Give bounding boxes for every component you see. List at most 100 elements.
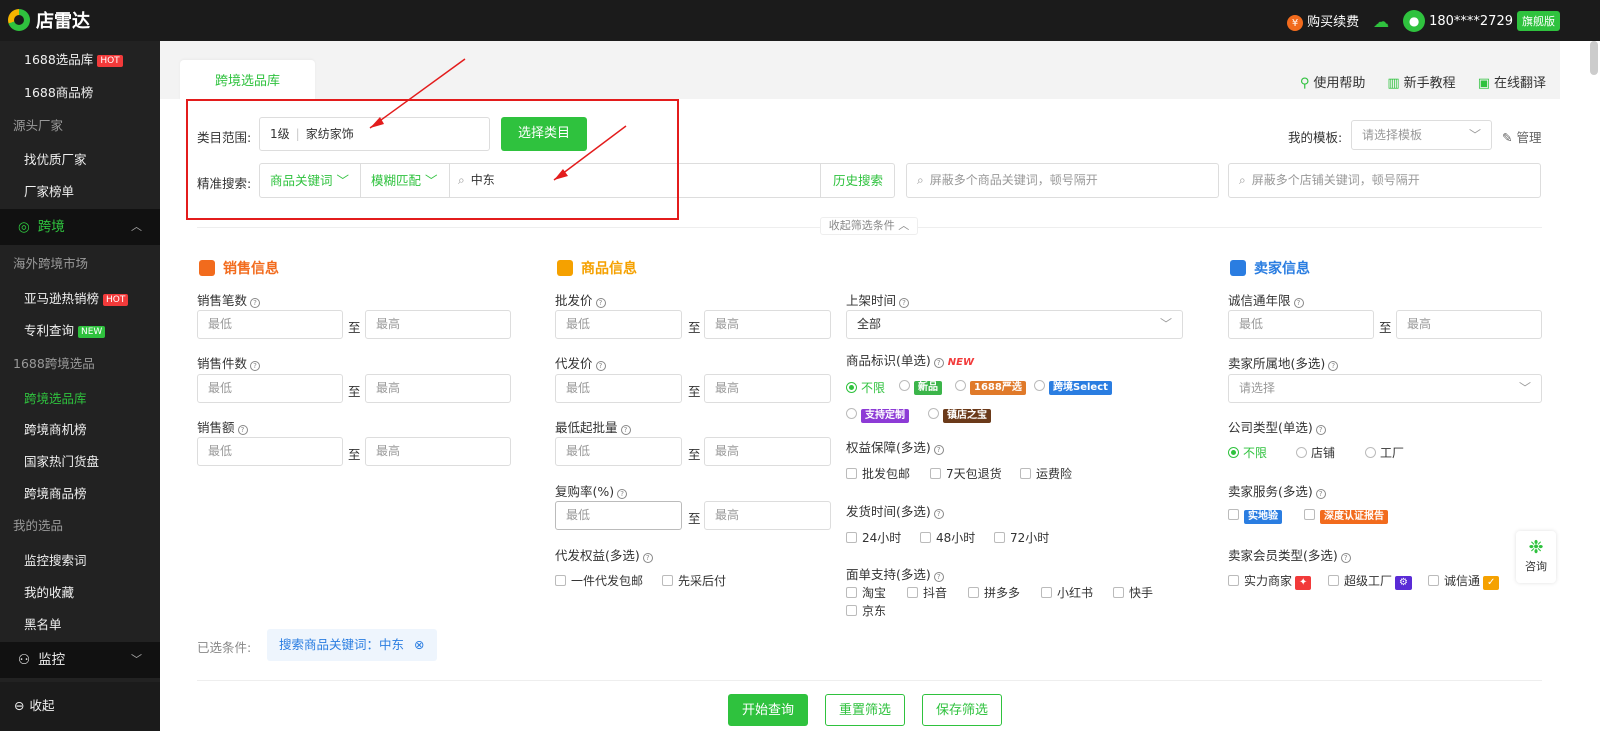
- dropship-rights-label: 代发权益(多选)?: [555, 545, 653, 564]
- cx-years-min[interactable]: 最低: [1228, 310, 1374, 339]
- buy-first-pay-later-checkbox[interactable]: 先采后付: [662, 572, 726, 589]
- guarantee-7day-return-checkbox[interactable]: 7天包退货: [930, 465, 1002, 482]
- checkbox-icon: [1113, 587, 1124, 598]
- ship-24h-checkbox[interactable]: 24小时: [846, 529, 901, 546]
- dropship-price-max[interactable]: 最高: [704, 374, 831, 403]
- help-icon[interactable]: ?: [933, 445, 944, 455]
- help-icon[interactable]: ?: [933, 572, 944, 582]
- help-icon[interactable]: ?: [620, 425, 631, 435]
- company-type-text: 公司类型(单选): [1228, 420, 1313, 435]
- waybill-douyin-checkbox[interactable]: 抖音: [907, 584, 947, 601]
- sales-amount-min[interactable]: 最低: [197, 437, 343, 466]
- help-icon[interactable]: ?: [1328, 361, 1339, 371]
- seller-info-title: 卖家信息: [1254, 261, 1310, 277]
- option-label: 拼多多: [984, 586, 1021, 600]
- help-icon[interactable]: ?: [933, 358, 944, 368]
- range-to: 至: [1379, 320, 1392, 335]
- divider: [197, 680, 1542, 681]
- checkbox-icon: [1228, 575, 1239, 586]
- sales-count-min[interactable]: 最低: [197, 310, 343, 339]
- option-label: 店铺: [1311, 446, 1336, 460]
- annotation-arrow-category: [369, 58, 466, 129]
- seller-location-label: 卖家所属地(多选)?: [1228, 353, 1339, 372]
- mark-treasure-radio[interactable]: 镇店之宝: [928, 407, 991, 423]
- help-icon[interactable]: ?: [617, 489, 628, 499]
- waybill-jd-checkbox[interactable]: 京东: [846, 602, 886, 619]
- checkbox-icon: [1020, 468, 1031, 479]
- selected-condition-chip: 搜索商品关键词：中东 ⊗: [267, 629, 437, 661]
- mark-custom-radio[interactable]: 支持定制: [846, 407, 909, 423]
- option-label: 快手: [1129, 586, 1154, 600]
- power-merchant-icon: ✦: [1295, 576, 1312, 590]
- mark-new-radio[interactable]: 新品: [899, 379, 942, 395]
- dropship-free-shipping-checkbox[interactable]: 一件代发包邮: [555, 572, 643, 589]
- help-icon[interactable]: ?: [899, 298, 910, 308]
- help-icon[interactable]: ?: [237, 425, 248, 435]
- service-deep-report-checkbox[interactable]: 深度认证报告: [1304, 508, 1388, 524]
- member-power-checkbox[interactable]: 实力商家 ✦: [1228, 572, 1312, 590]
- scrollbar-thumb[interactable]: [1590, 41, 1598, 75]
- min-batch-min[interactable]: 最低: [555, 437, 682, 466]
- wholesale-price-min[interactable]: 最低: [555, 310, 682, 339]
- sales-qty-min[interactable]: 最低: [197, 374, 343, 403]
- close-icon[interactable]: ⊗: [414, 637, 424, 652]
- min-batch-max[interactable]: 最高: [704, 437, 831, 466]
- option-label: 不限: [861, 381, 886, 395]
- sales-amount-max[interactable]: 最高: [365, 437, 511, 466]
- help-icon[interactable]: ?: [642, 553, 653, 563]
- mark-any-radio[interactable]: 不限: [846, 379, 885, 396]
- listing-time-select[interactable]: 全部 ﹀: [846, 310, 1183, 339]
- checkbox-icon: [968, 587, 979, 598]
- help-icon[interactable]: ?: [250, 361, 261, 371]
- option-label: 实力商家: [1244, 574, 1293, 588]
- dropship-rights-text: 代发权益(多选): [555, 548, 640, 563]
- waybill-kuaishou-checkbox[interactable]: 快手: [1113, 584, 1153, 601]
- company-any-radio[interactable]: 不限: [1228, 444, 1267, 461]
- sales-count-max[interactable]: 最高: [365, 310, 511, 339]
- service-onsite-checkbox[interactable]: 实地验: [1228, 508, 1282, 524]
- member-cxt-checkbox[interactable]: 诚信通 ✓: [1428, 572, 1500, 590]
- dropship-price-min[interactable]: 最低: [555, 374, 682, 403]
- ship-72h-checkbox[interactable]: 72小时: [994, 529, 1049, 546]
- wechat-icon: ❉: [1528, 537, 1544, 558]
- wholesale-price-max[interactable]: 最高: [704, 310, 831, 339]
- save-filters-button[interactable]: 保存筛选: [922, 694, 1002, 726]
- super-factory-icon: ⚙: [1395, 576, 1412, 590]
- seller-location-select[interactable]: 请选择 ﹀: [1228, 374, 1542, 403]
- member-type-text: 卖家会员类型(多选): [1228, 548, 1338, 563]
- company-factory-radio[interactable]: 工厂: [1365, 444, 1404, 461]
- option-label: 小红书: [1057, 586, 1094, 600]
- reset-filters-button[interactable]: 重置筛选: [825, 694, 905, 726]
- checkbox-icon: [662, 575, 673, 586]
- cx-years-max[interactable]: 最高: [1396, 310, 1542, 339]
- checkbox-icon: [1428, 575, 1439, 586]
- consult-widget[interactable]: ❉ 咨询: [1516, 531, 1556, 583]
- help-icon[interactable]: ?: [1293, 298, 1304, 308]
- start-query-button[interactable]: 开始查询: [728, 694, 808, 726]
- help-icon[interactable]: ?: [595, 298, 606, 308]
- member-super-factory-checkbox[interactable]: 超级工厂 ⚙: [1328, 572, 1412, 590]
- help-icon[interactable]: ?: [933, 509, 944, 519]
- waybill-taobao-checkbox[interactable]: 淘宝: [846, 584, 886, 601]
- sales-qty-max[interactable]: 最高: [365, 374, 511, 403]
- help-icon[interactable]: ?: [595, 361, 606, 371]
- guarantee-freight-insurance-checkbox[interactable]: 运费险: [1020, 465, 1072, 482]
- help-icon[interactable]: ?: [1340, 553, 1351, 563]
- checkbox-icon: [846, 468, 857, 479]
- repurchase-max[interactable]: 最高: [704, 501, 831, 530]
- help-icon[interactable]: ?: [1315, 425, 1326, 435]
- crossborder-select-tag: 跨境Select: [1049, 381, 1112, 395]
- waybill-xiaohongshu-checkbox[interactable]: 小红书: [1041, 584, 1093, 601]
- option-label: 淘宝: [862, 586, 887, 600]
- waybill-pdd-checkbox[interactable]: 拼多多: [968, 584, 1020, 601]
- repurchase-min[interactable]: 最低: [555, 501, 682, 530]
- guarantee-free-shipping-checkbox[interactable]: 批发包邮: [846, 465, 910, 482]
- range-to: 至: [348, 447, 361, 462]
- ship-48h-checkbox[interactable]: 48小时: [920, 529, 975, 546]
- mark-select-radio[interactable]: 跨境Select: [1034, 379, 1112, 395]
- company-shop-radio[interactable]: 店铺: [1296, 444, 1335, 461]
- mark-yanxuan-radio[interactable]: 1688严选: [955, 379, 1026, 395]
- help-icon[interactable]: ?: [1315, 489, 1326, 499]
- help-icon[interactable]: ?: [250, 298, 261, 308]
- scrollbar[interactable]: [1560, 41, 1600, 731]
